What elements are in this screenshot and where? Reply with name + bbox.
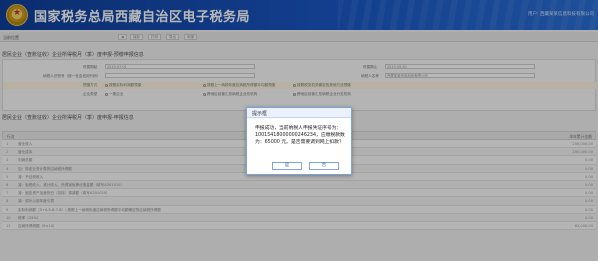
cancel-button[interactable]: 否 — [309, 162, 339, 170]
dialog-message: 申报成功，当前纳税人申报凭证序号为：10015418000000246234，应… — [255, 126, 345, 145]
confirm-button[interactable]: 是 — [272, 162, 302, 170]
prompt-dialog: 提示框 申报成功，当前纳税人申报凭证序号为：100154180000002462… — [246, 107, 352, 175]
dialog-title: 提示框 — [247, 108, 351, 118]
